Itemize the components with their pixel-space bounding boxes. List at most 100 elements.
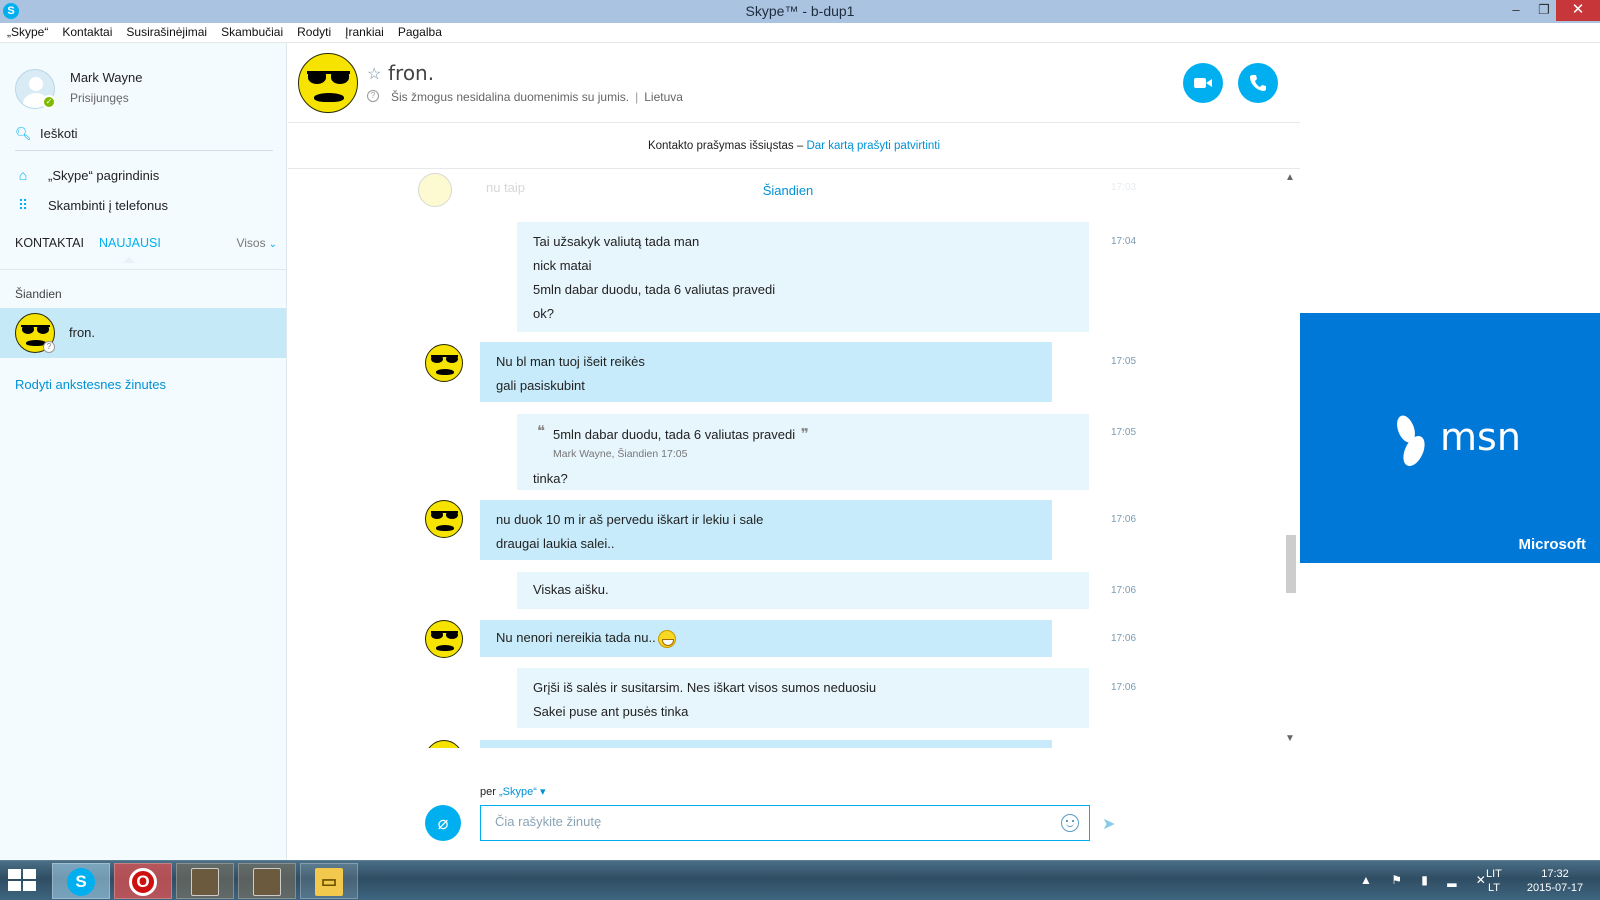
- video-call-icon: [1194, 78, 1212, 88]
- video-call-button[interactable]: [1183, 63, 1223, 103]
- message-avatar[interactable]: [425, 500, 463, 538]
- filter-dropdown[interactable]: Visos ⌄: [236, 236, 277, 250]
- message-time: 17:06: [1111, 682, 1137, 693]
- online-status-icon: ✓: [42, 95, 56, 109]
- game-icon: [191, 868, 219, 896]
- taskbar-file-explorer[interactable]: ▭: [300, 863, 358, 899]
- scrollbar-thumb[interactable]: [1286, 535, 1296, 593]
- request-notice-text: Kontakto prašymas išsiųstas –: [647, 140, 804, 152]
- message-text: nu duok 10 m ir aš pervedu iškart ir lek…: [496, 512, 764, 527]
- message-bubble-outgoing[interactable]: ❝ 5mln dabar duodu, tada 6 valiutas prav…: [517, 414, 1089, 490]
- language-indicator[interactable]: LIT LT: [1486, 867, 1502, 900]
- audio-call-button[interactable]: [1238, 63, 1278, 103]
- message-bubble-outgoing[interactable]: Tai užsakyk valiutą tada man nick matai …: [517, 222, 1089, 332]
- quote-close-icon: ❞: [800, 425, 809, 443]
- message-scrollbar[interactable]: ▲ ▼: [1283, 170, 1299, 748]
- tab-recent[interactable]: NAUJAUSI: [99, 236, 161, 250]
- message-bubble-outgoing[interactable]: Grįši iš salės ir susitarsim. Nes iškart…: [517, 668, 1089, 728]
- message-text: Viskas aišku.: [533, 582, 609, 597]
- message-text: 5mln dabar duodu, tada 6 valiutas praved…: [533, 282, 776, 297]
- message-time: 17:06: [1111, 585, 1137, 596]
- conversation-header: ☆ fron. ? Šis žmogus nesidalina duomenim…: [288, 43, 1300, 123]
- contact-header-avatar[interactable]: [298, 53, 358, 113]
- scroll-up-icon[interactable]: ▲: [1285, 172, 1295, 183]
- microsoft-brand: Microsoft: [1518, 536, 1587, 553]
- language-bottom: LT: [1487, 882, 1500, 894]
- message-avatar[interactable]: [425, 344, 463, 382]
- game-icon: [253, 868, 281, 896]
- help-icon: ?: [367, 90, 379, 102]
- msn-ad-banner[interactable]: msn Microsoft: [1300, 313, 1600, 563]
- tab-contacts[interactable]: KONTAKTAI: [15, 236, 84, 250]
- message-bubble-incoming[interactable]: Nu nenori nereikia tada nu..: [480, 620, 1052, 657]
- taskbar-opera[interactable]: O: [114, 863, 172, 899]
- menu-conversations[interactable]: Susirašinėjimai: [119, 23, 214, 39]
- message-avatar: [425, 740, 463, 748]
- attach-button[interactable]: ⌀: [425, 805, 461, 841]
- user-name[interactable]: Mark Wayne: [70, 70, 142, 85]
- star-icon[interactable]: ☆: [367, 64, 381, 84]
- tab-indicator: [123, 257, 135, 263]
- ad-panel-blank: [1300, 43, 1600, 313]
- window-title: Skype™ - b-dup1: [745, 3, 855, 19]
- menu-help[interactable]: Pagalba: [391, 23, 449, 39]
- message-text: ok?: [533, 306, 554, 321]
- search-box[interactable]: 🔍︎ Ieškoti: [15, 123, 273, 151]
- message-bubble-incoming[interactable]: Nu bl man tuoj išeit reikės gali pasisku…: [480, 342, 1052, 402]
- message-text: Sakei puse ant pusės tinka: [533, 704, 689, 719]
- menu-tools[interactable]: Įrankiai: [338, 23, 391, 39]
- taskbar-clock[interactable]: 17:32 2015-07-17: [1520, 867, 1590, 900]
- contact-tabs: KONTAKTAI NAUJAUSI Visos ⌄: [15, 236, 277, 266]
- message-text: draugai laukia salei..: [496, 536, 615, 551]
- contact-item-fron[interactable]: ? fron.: [0, 308, 286, 358]
- message-time: 17:06: [1111, 633, 1137, 644]
- message-text: Grįši iš salės ir susitarsim. Nes iškart…: [533, 680, 877, 695]
- quoted-message: ❝ 5mln dabar duodu, tada 6 valiutas prav…: [533, 422, 1073, 461]
- conversation-contact-name[interactable]: fron.: [388, 61, 434, 85]
- send-via-selector[interactable]: per „Skype“ ▾: [480, 785, 545, 798]
- user-status[interactable]: Prisijungęs: [70, 91, 129, 105]
- message-bubble-outgoing[interactable]: Viskas aišku.: [517, 572, 1089, 609]
- send-icon[interactable]: ➤: [1102, 814, 1115, 834]
- windows-start-icon[interactable]: [8, 869, 38, 893]
- unknown-status-icon: ?: [43, 341, 55, 353]
- menu-calls[interactable]: Skambučiai: [214, 23, 290, 39]
- menu-view[interactable]: Rodyti: [290, 23, 338, 39]
- message-text: tinka?: [533, 471, 568, 486]
- minimize-button[interactable]: –: [1502, 0, 1530, 21]
- taskbar-game-window-2[interactable]: [238, 863, 296, 899]
- day-separator: Šiandien: [762, 183, 814, 198]
- quoted-text: 5mln dabar duodu, tada 6 valiutas praved…: [553, 427, 796, 442]
- scroll-down-icon[interactable]: ▼: [1285, 733, 1295, 744]
- maximize-button[interactable]: ❐: [1530, 0, 1558, 21]
- chevron-down-icon: ▾: [539, 786, 546, 798]
- taskbar-game-window-1[interactable]: [176, 863, 234, 899]
- message-time: 17:05: [1111, 427, 1137, 438]
- title-bar: S Skype™ - b-dup1 – ❐ ✕: [0, 0, 1600, 23]
- message-bubble-incoming[interactable]: nu duok 10 m ir aš pervedu iškart ir lek…: [480, 500, 1052, 560]
- msn-logo-text: msn: [1440, 415, 1521, 459]
- privacy-note: Šis žmogus nesidalina duomenimis su jumi…: [391, 90, 630, 104]
- contact-name: fron.: [69, 325, 96, 340]
- message-list[interactable]: nu taip 17:03 Šiandien Tai užsakyk valiu…: [288, 170, 1288, 748]
- dialpad-icon: ⠿: [17, 197, 29, 213]
- msn-butterfly-icon: [1397, 415, 1425, 466]
- message-text-content: Nu nenori nereikia tada nu..: [496, 630, 656, 645]
- message-text: gali pasiskubint: [496, 378, 585, 393]
- message-avatar[interactable]: [425, 620, 463, 658]
- message-input[interactable]: [495, 814, 1035, 829]
- message-text: Nu nenori nereikia tada nu..: [496, 626, 1036, 650]
- folder-icon: ▭: [315, 868, 343, 896]
- via-label: per: [480, 786, 496, 798]
- menu-bar: „Skype“ Kontaktai Susirašinėjimai Skambučia…: [0, 23, 1600, 43]
- request-again-link[interactable]: Dar kartą prašyti patvirtinti: [806, 140, 940, 152]
- show-older-messages-link[interactable]: Rodyti ankstesnes žinutes: [15, 377, 166, 392]
- system-tray-icons[interactable]: ▲ ⚑ ▮ ▂ ✕: [1360, 873, 1494, 900]
- attach-icon: ⌀: [437, 813, 449, 833]
- message-composer[interactable]: [480, 805, 1090, 841]
- taskbar-skype[interactable]: S: [52, 863, 110, 899]
- close-button[interactable]: ✕: [1556, 0, 1600, 21]
- menu-skype[interactable]: „Skype“: [0, 23, 55, 39]
- emoticon-icon[interactable]: [1061, 814, 1079, 832]
- menu-contacts[interactable]: Kontaktai: [55, 23, 119, 39]
